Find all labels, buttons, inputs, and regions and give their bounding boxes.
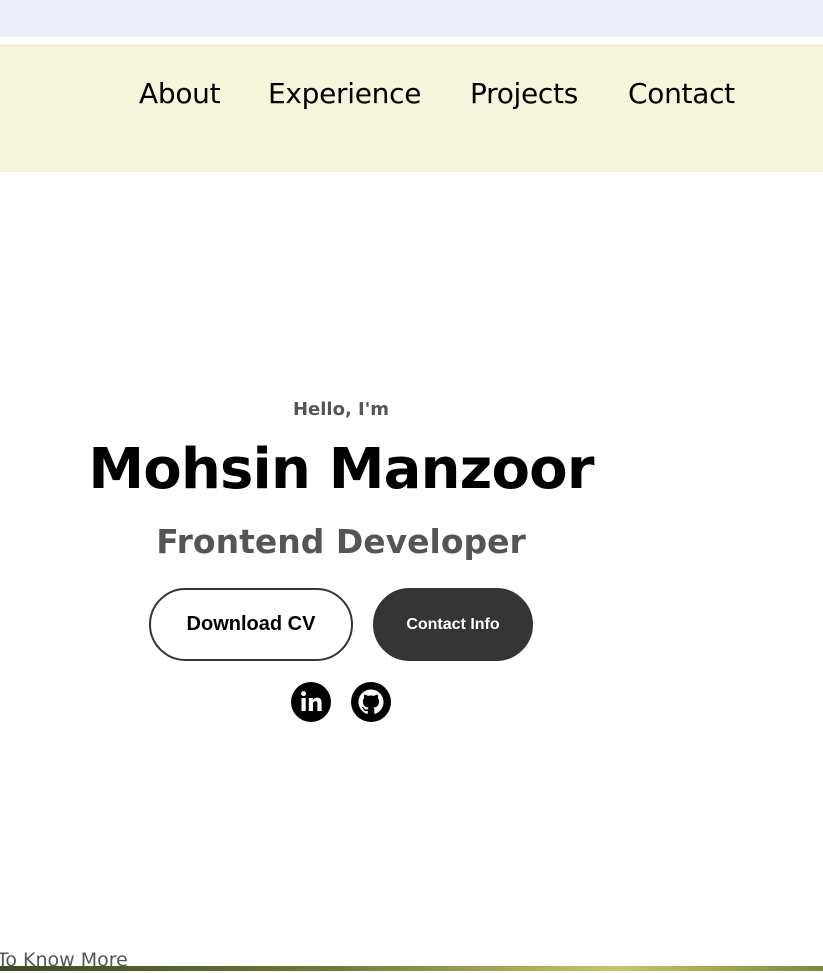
nav-link-about[interactable]: About [139,74,221,114]
hero-name: Mohsin Manzoor [88,437,594,502]
download-cv-button[interactable]: Download CV [149,588,353,661]
github-icon[interactable] [351,682,391,722]
nav-link-experience[interactable]: Experience [268,74,421,114]
hero-greeting: Hello, I'm [292,399,390,420]
nav-link-contact[interactable]: Contact [628,74,735,114]
nav-link-projects[interactable]: Projects [470,74,578,114]
navbar: About Experience Projects Contact [0,45,823,172]
browser-top-strip [0,0,823,37]
nav-links: About Experience Projects Contact [0,74,823,114]
hero-role: Frontend Developer [156,522,526,561]
next-section-image-edge [0,966,823,971]
contact-info-button[interactable]: Contact Info [373,588,533,661]
linkedin-icon[interactable] [291,682,331,722]
